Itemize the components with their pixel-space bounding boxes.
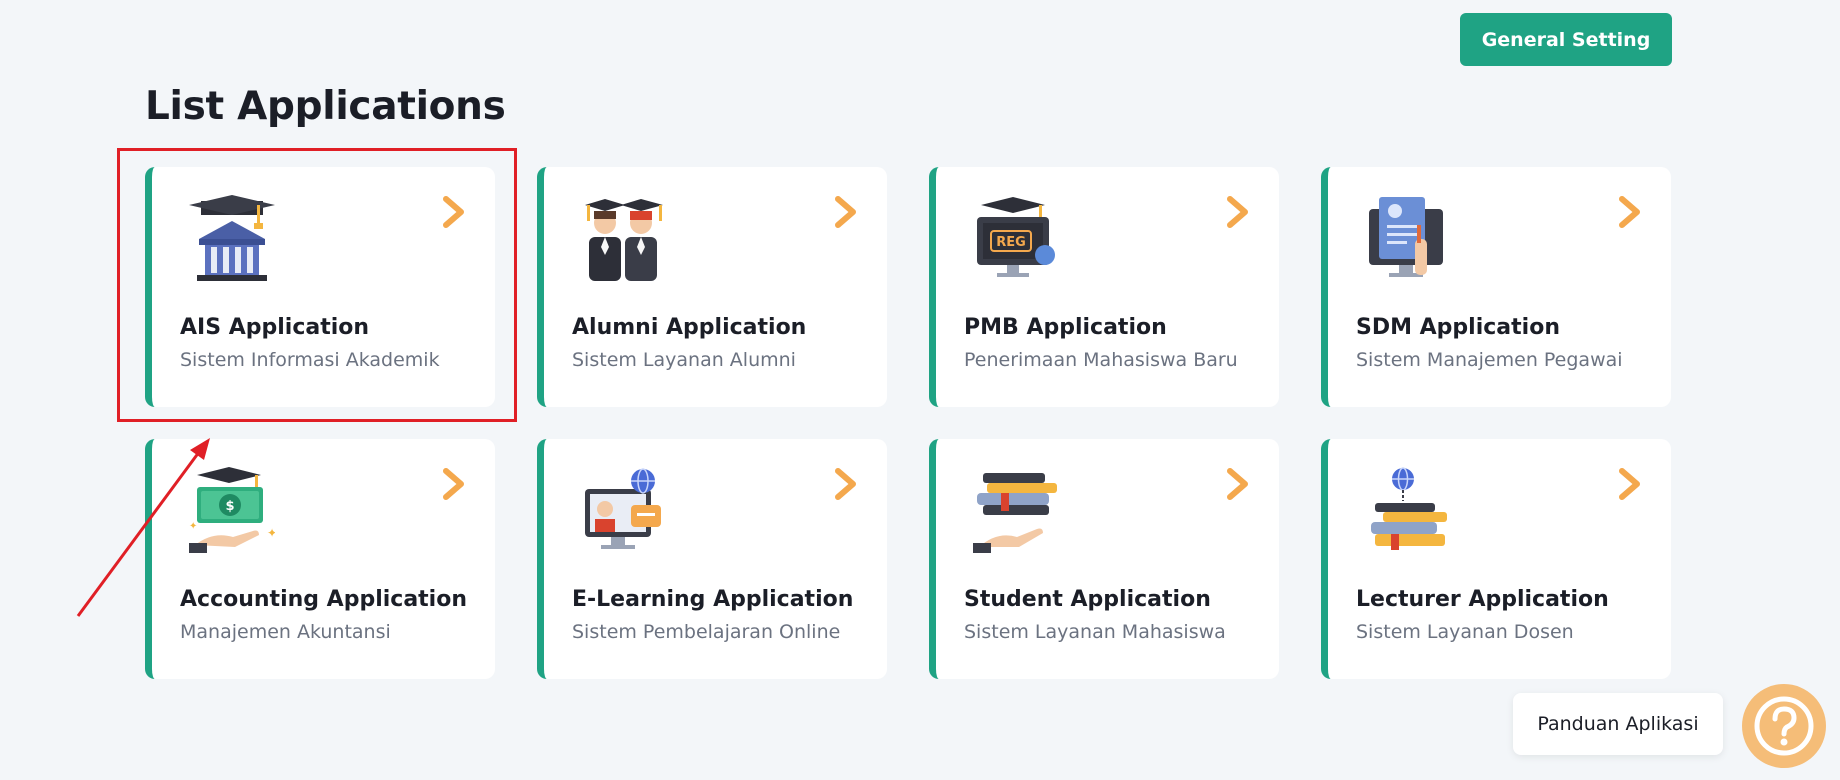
app-title: Lecturer Application — [1356, 587, 1609, 612]
app-title: PMB Application — [964, 315, 1167, 340]
app-subtitle: Sistem Informasi Akademik — [180, 349, 440, 371]
chevron-right-icon — [1617, 195, 1643, 229]
app-subtitle: Sistem Layanan Dosen — [1356, 621, 1574, 643]
chevron-right-icon — [441, 467, 467, 501]
chevron-right-icon — [1617, 467, 1643, 501]
books-globe-icon — [1365, 467, 1451, 553]
svg-text:$: $ — [225, 499, 234, 514]
help-tooltip: Panduan Aplikasi — [1513, 693, 1723, 755]
svg-text:✦: ✦ — [267, 526, 275, 540]
app-title: E-Learning Application — [572, 587, 854, 612]
chevron-right-icon — [833, 467, 859, 501]
question-icon — [1754, 696, 1814, 756]
university-icon — [189, 195, 275, 281]
money-hand-icon: $ ✦ ✦ — [189, 467, 275, 553]
app-card-elearning[interactable]: E-Learning Application Sistem Pembelajar… — [537, 439, 887, 679]
app-title: AIS Application — [180, 315, 370, 340]
app-title: Accounting Application — [180, 587, 467, 612]
chevron-right-icon — [441, 195, 467, 229]
online-learning-icon — [581, 467, 667, 553]
app-card-sdm[interactable]: SDM Application Sistem Manajemen Pegawai — [1321, 167, 1671, 407]
chevron-right-icon — [1225, 467, 1251, 501]
chevron-right-icon — [833, 195, 859, 229]
svg-text:✦: ✦ — [189, 521, 197, 532]
books-hand-icon — [973, 467, 1059, 553]
app-card-alumni[interactable]: Alumni Application Sistem Layanan Alumni — [537, 167, 887, 407]
app-title: Student Application — [964, 587, 1211, 612]
app-title: SDM Application — [1356, 315, 1560, 340]
page-title: List Applications — [145, 84, 506, 129]
graduates-icon — [581, 195, 667, 281]
chevron-right-icon — [1225, 195, 1251, 229]
app-card-ais[interactable]: AIS Application Sistem Informasi Akademi… — [145, 167, 495, 407]
employee-document-icon — [1365, 195, 1451, 281]
help-button[interactable] — [1742, 684, 1826, 768]
general-setting-button[interactable]: General Setting — [1460, 13, 1672, 66]
app-card-lecturer[interactable]: Lecturer Application Sistem Layanan Dose… — [1321, 439, 1671, 679]
registration-monitor-icon: REG — [973, 195, 1059, 281]
app-subtitle: Sistem Layanan Mahasiswa — [964, 621, 1226, 643]
app-card-accounting[interactable]: $ ✦ ✦ Accounting Application Manajemen A… — [145, 439, 495, 679]
app-card-pmb[interactable]: REG PMB Application Penerimaan Mahasiswa… — [929, 167, 1279, 407]
app-card-student[interactable]: Student Application Sistem Layanan Mahas… — [929, 439, 1279, 679]
app-subtitle: Sistem Layanan Alumni — [572, 349, 796, 371]
app-subtitle: Penerimaan Mahasiswa Baru — [964, 349, 1238, 371]
app-subtitle: Manajemen Akuntansi — [180, 621, 391, 643]
reg-icon-text: REG — [996, 235, 1026, 250]
app-subtitle: Sistem Manajemen Pegawai — [1356, 349, 1623, 371]
app-subtitle: Sistem Pembelajaran Online — [572, 621, 841, 643]
help-tooltip-label: Panduan Aplikasi — [1537, 713, 1699, 735]
app-title: Alumni Application — [572, 315, 807, 340]
